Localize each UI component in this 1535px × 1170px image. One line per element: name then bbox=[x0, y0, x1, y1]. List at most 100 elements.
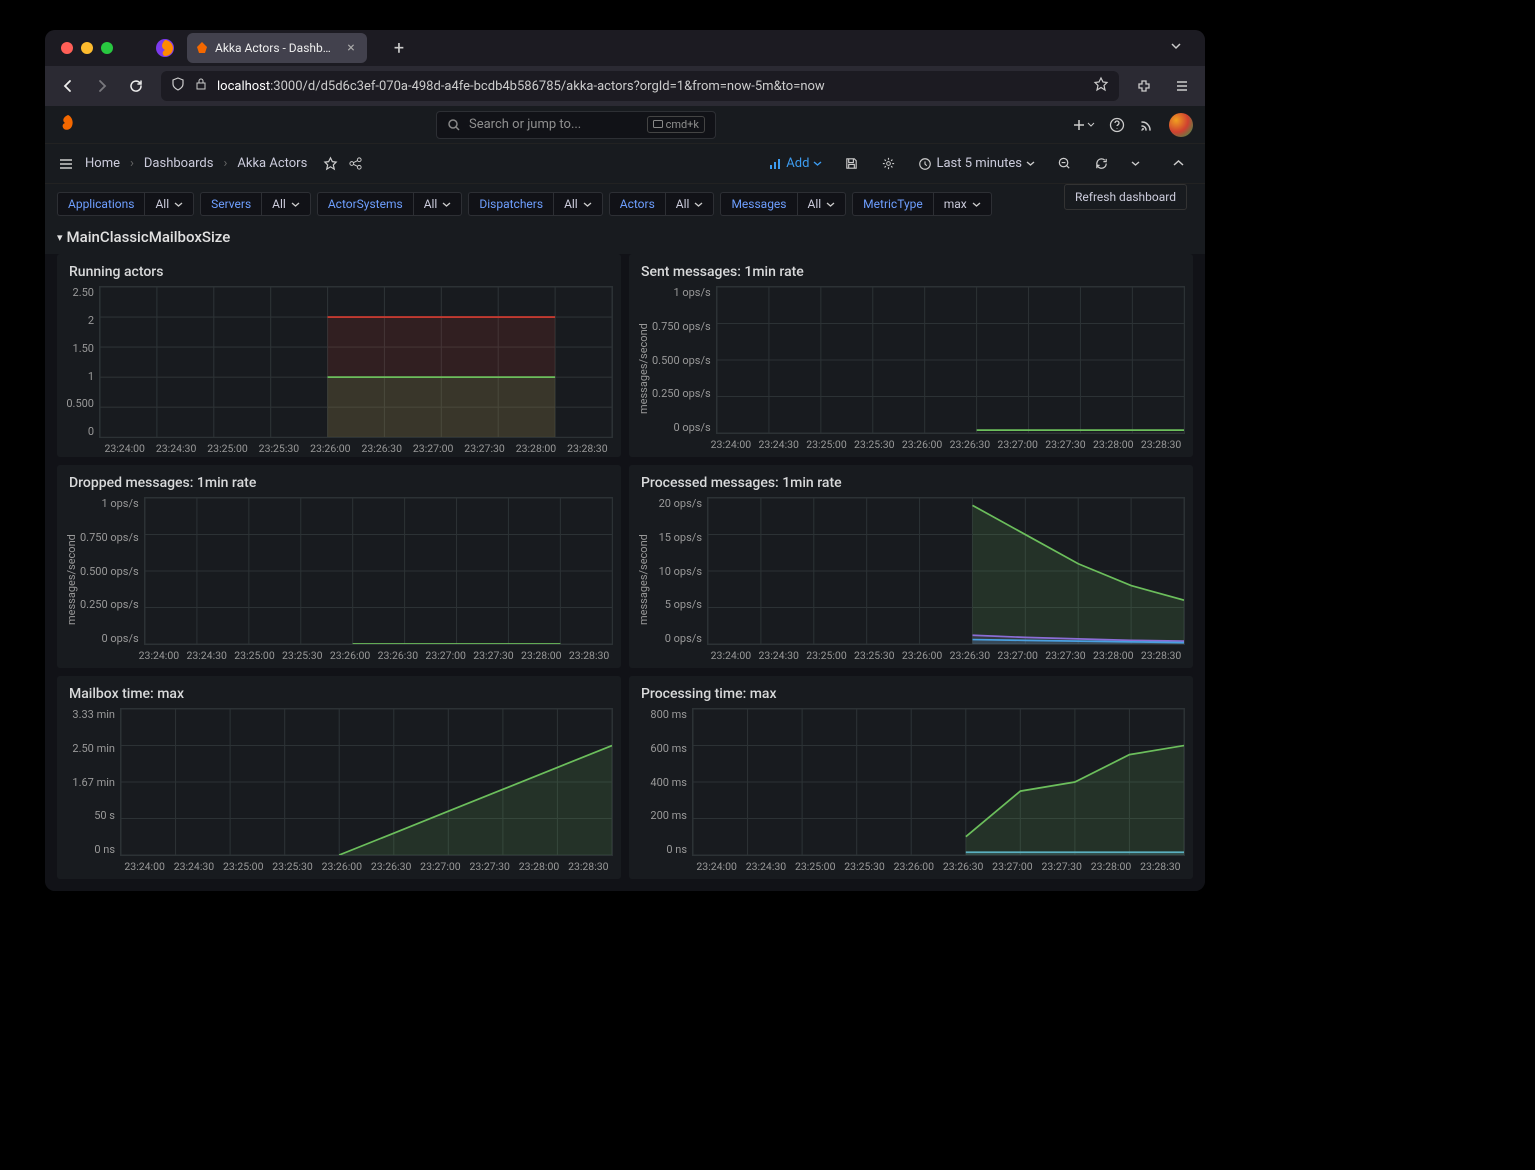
y-axis-ticks: 800 ms600 ms400 ms200 ms0 ns bbox=[637, 708, 692, 856]
refresh-button[interactable] bbox=[1086, 150, 1117, 178]
reload-button[interactable] bbox=[123, 73, 149, 99]
panel-sent: Sent messages: 1min rate messages/second… bbox=[629, 254, 1193, 457]
template-variables-row: ApplicationsAll ServersAll ActorSystemsA… bbox=[45, 184, 1205, 224]
y-axis-ticks: 1 ops/s0.750 ops/s0.500 ops/s0.250 ops/s… bbox=[80, 497, 144, 645]
panel-title[interactable]: Processed messages: 1min rate bbox=[637, 475, 1185, 491]
refresh-interval-dropdown[interactable] bbox=[1123, 150, 1148, 178]
chart-canvas[interactable] bbox=[707, 497, 1185, 645]
breadcrumb: Home › Dashboards › Akka Actors bbox=[57, 155, 363, 173]
search-input[interactable]: Search or jump to... cmd+k bbox=[436, 111, 716, 139]
variable-actors: ActorsAll bbox=[609, 192, 715, 216]
browser-tab[interactable]: Akka Actors - Dashboards - Gra × bbox=[187, 33, 367, 63]
variable-value-dropdown[interactable]: All bbox=[144, 192, 194, 216]
settings-button[interactable] bbox=[873, 150, 904, 178]
grafana-logo-icon[interactable] bbox=[57, 113, 81, 137]
panel-title[interactable]: Mailbox time: max bbox=[65, 686, 613, 702]
variable-label: MetricType bbox=[852, 192, 933, 216]
y-axis-ticks: 2.5021.5010.5000 bbox=[65, 286, 99, 438]
variable-servers: ServersAll bbox=[200, 192, 311, 216]
chevron-right-icon: › bbox=[223, 156, 227, 171]
variable-value-dropdown[interactable]: max bbox=[933, 192, 992, 216]
chevron-down-icon bbox=[1026, 159, 1035, 168]
chevron-down-icon bbox=[291, 200, 300, 209]
row-title-text: MainClassicMailboxSize bbox=[67, 228, 231, 246]
kiosk-mode-button[interactable] bbox=[1164, 150, 1193, 178]
chevron-down-icon bbox=[826, 200, 835, 209]
browser-url-bar: localhost:3000/d/d5d6c3ef-070a-498d-a4fe… bbox=[45, 66, 1205, 106]
search-placeholder: Search or jump to... bbox=[469, 117, 581, 132]
search-kbd-hint: cmd+k bbox=[647, 116, 705, 133]
new-tab-button[interactable]: + bbox=[385, 34, 413, 62]
variable-actorsystems: ActorSystemsAll bbox=[317, 192, 463, 216]
help-icon[interactable] bbox=[1109, 117, 1125, 133]
variable-messages: MessagesAll bbox=[720, 192, 846, 216]
clock-icon bbox=[918, 157, 932, 171]
crumb-dashboards[interactable]: Dashboards bbox=[144, 156, 214, 171]
tab-title: Akka Actors - Dashboards - Gra bbox=[215, 41, 337, 55]
panel-title[interactable]: Sent messages: 1min rate bbox=[637, 264, 1185, 280]
save-button[interactable] bbox=[836, 150, 867, 178]
row-toggle[interactable]: ▾ MainClassicMailboxSize bbox=[45, 224, 1205, 254]
forward-button[interactable] bbox=[89, 73, 115, 99]
app-menu-icon[interactable] bbox=[1169, 73, 1195, 99]
crumb-home[interactable]: Home bbox=[85, 156, 120, 171]
variable-value-dropdown[interactable]: All bbox=[797, 192, 847, 216]
x-axis-ticks: 23:24:0023:24:3023:25:0023:25:3023:26:00… bbox=[652, 438, 1185, 451]
lock-icon bbox=[195, 77, 207, 95]
share-icon[interactable] bbox=[348, 156, 363, 171]
chart-canvas[interactable] bbox=[99, 286, 613, 438]
y-axis-label: messages/second bbox=[637, 497, 650, 662]
panel-title[interactable]: Running actors bbox=[65, 264, 613, 280]
browser-tab-bar: Akka Actors - Dashboards - Gra × + bbox=[45, 30, 1205, 66]
bookmark-star-icon[interactable] bbox=[1093, 76, 1109, 96]
close-tab-icon[interactable]: × bbox=[343, 40, 359, 56]
rss-icon[interactable] bbox=[1139, 117, 1155, 133]
crumb-current[interactable]: Akka Actors bbox=[237, 156, 307, 171]
user-avatar[interactable] bbox=[1169, 113, 1193, 137]
x-axis-ticks: 23:24:0023:24:3023:25:0023:25:3023:26:00… bbox=[80, 649, 613, 662]
maximize-window-button[interactable] bbox=[101, 42, 113, 54]
variable-label: ActorSystems bbox=[317, 192, 413, 216]
panel-title[interactable]: Dropped messages: 1min rate bbox=[65, 475, 613, 491]
add-button[interactable]: Add bbox=[760, 150, 830, 178]
variable-label: Actors bbox=[609, 192, 665, 216]
variable-label: Applications bbox=[57, 192, 144, 216]
back-button[interactable] bbox=[55, 73, 81, 99]
panel-title[interactable]: Processing time: max bbox=[637, 686, 1185, 702]
panel-processed: Processed messages: 1min rate messages/s… bbox=[629, 465, 1193, 668]
chevron-down-icon bbox=[813, 159, 822, 168]
panel-mailbox: Mailbox time: max 3.33 min2.50 min1.67 m… bbox=[57, 676, 621, 879]
traffic-lights bbox=[61, 42, 113, 54]
url-input[interactable]: localhost:3000/d/d5d6c3ef-070a-498d-a4fe… bbox=[161, 71, 1119, 101]
time-range-picker[interactable]: Last 5 minutes bbox=[910, 150, 1043, 178]
tabs-dropdown-icon[interactable] bbox=[1163, 33, 1189, 63]
variable-value-dropdown[interactable]: All bbox=[413, 192, 463, 216]
y-axis-ticks: 20 ops/s15 ops/s10 ops/s5 ops/s0 ops/s bbox=[652, 497, 707, 645]
grafana-favicon bbox=[195, 41, 209, 55]
variable-metrictype: MetricTypemax bbox=[852, 192, 992, 216]
x-axis-ticks: 23:24:0023:24:3023:25:0023:25:3023:26:00… bbox=[652, 649, 1185, 662]
chart-canvas[interactable] bbox=[144, 497, 613, 645]
zoom-out-button[interactable] bbox=[1049, 150, 1080, 178]
minimize-window-button[interactable] bbox=[81, 42, 93, 54]
chart-canvas[interactable] bbox=[120, 708, 613, 856]
variable-label: Dispatchers bbox=[468, 192, 553, 216]
variable-value-dropdown[interactable]: All bbox=[553, 192, 603, 216]
shield-icon bbox=[171, 77, 185, 95]
chart-canvas[interactable] bbox=[716, 286, 1185, 434]
favorite-star-icon[interactable] bbox=[323, 156, 338, 171]
variable-value-dropdown[interactable]: All bbox=[665, 192, 715, 216]
variable-dispatchers: DispatchersAll bbox=[468, 192, 602, 216]
panel-running: Running actors 2.5021.5010.5000 23:24:00… bbox=[57, 254, 621, 457]
refresh-tooltip: Refresh dashboard bbox=[1064, 184, 1187, 210]
menu-toggle-icon[interactable] bbox=[57, 155, 75, 173]
x-axis-ticks: 23:24:0023:24:3023:25:0023:25:3023:26:00… bbox=[637, 860, 1185, 873]
chart-canvas[interactable] bbox=[692, 708, 1185, 856]
add-menu-button[interactable] bbox=[1071, 117, 1095, 133]
chevron-down-icon: ▾ bbox=[57, 231, 63, 244]
variable-value-dropdown[interactable]: All bbox=[261, 192, 311, 216]
close-window-button[interactable] bbox=[61, 42, 73, 54]
chevron-down-icon bbox=[174, 200, 183, 209]
extensions-icon[interactable] bbox=[1131, 73, 1157, 99]
grafana-toolbar: Home › Dashboards › Akka Actors Add Last… bbox=[45, 144, 1205, 184]
